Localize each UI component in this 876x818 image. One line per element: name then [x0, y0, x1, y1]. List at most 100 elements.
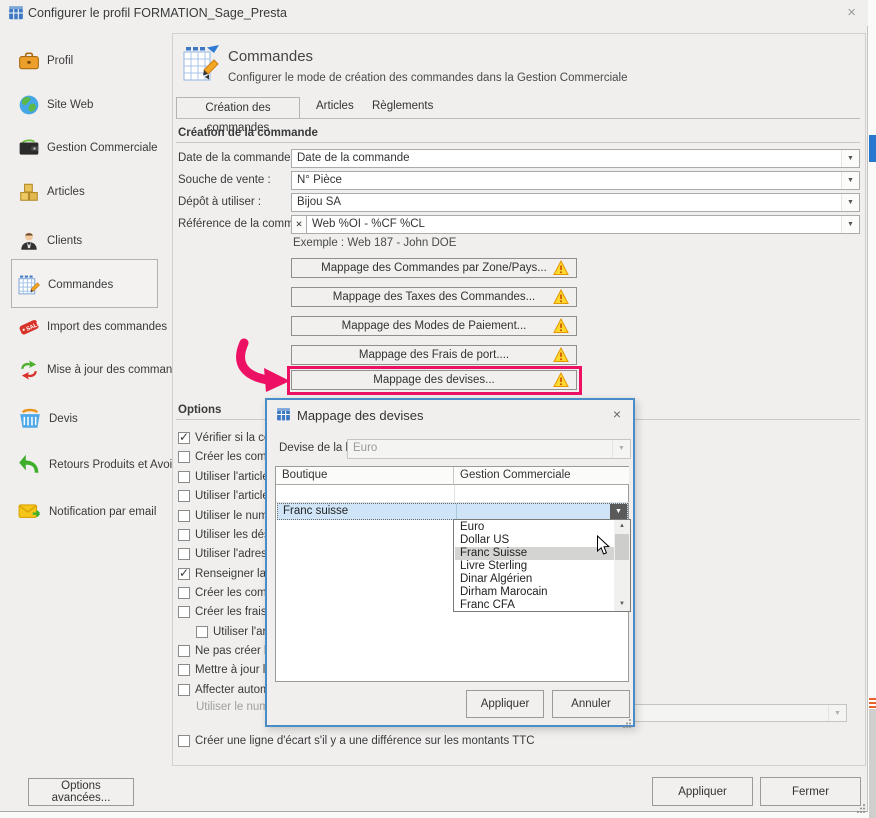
background-gray-element — [869, 709, 876, 818]
dropdown-option[interactable]: Franc CFA — [455, 599, 619, 612]
empty-table-row[interactable] — [276, 485, 630, 503]
person-icon — [18, 230, 40, 252]
checkbox[interactable] — [178, 490, 190, 502]
apply-button[interactable]: Appliquer — [652, 777, 753, 806]
sidebar-item-devis[interactable]: Devis — [18, 406, 78, 432]
page-subtitle: Configurer le mode de création des comma… — [228, 72, 628, 84]
scroll-up-icon[interactable]: ▲ — [614, 520, 630, 533]
close-button[interactable]: Fermer — [760, 777, 861, 806]
table-row-franc-suisse[interactable]: Franc suisse ▼ — [277, 503, 628, 520]
window-close-icon[interactable]: × — [847, 4, 856, 21]
checkbox[interactable] — [178, 471, 190, 483]
checkbox[interactable] — [178, 735, 190, 747]
window-titlebar[interactable]: Configurer le profil FORMATION_Sage_Pres… — [0, 0, 868, 26]
dropdown-toggle-button[interactable]: ▼ — [610, 504, 627, 519]
sidebar-item-label: Retours Produits et Avoirs — [49, 459, 182, 471]
checkbox[interactable] — [178, 451, 190, 463]
chevron-down-icon[interactable]: ▼ — [841, 150, 859, 167]
souche-vente-select[interactable]: N° Pièce ▼ — [291, 171, 860, 190]
warning-icon — [553, 260, 569, 282]
tab-creation-des-commandes[interactable]: Création des commandes — [176, 97, 300, 118]
depot-value: Bijou SA — [297, 196, 341, 208]
mappage-zone-pays-button[interactable]: Mappage des Commandes par Zone/Pays... — [291, 258, 577, 278]
reference-commande-input[interactable]: ✕ Web %OI - %CF %CL ▼ — [291, 215, 860, 234]
chevron-down-icon: ▼ — [612, 440, 630, 458]
checkbox-label: Créer une ligne d'écart s'il y a une dif… — [195, 735, 535, 747]
clear-field-icon[interactable]: ✕ — [292, 216, 307, 233]
mappage-devises-button[interactable]: Mappage des devises... — [291, 370, 577, 390]
button-label: Mappage des Modes de Paiement... — [342, 320, 527, 332]
reference-commande-value: Web %OI - %CF %CL — [312, 218, 425, 230]
dialog-apply-button[interactable]: Appliquer — [466, 690, 544, 718]
email-icon — [18, 502, 42, 522]
sidebar-item-gestion-commerciale[interactable]: Gestion Commerciale — [18, 135, 158, 161]
currency-dropdown-list: Euro Dollar US Franc Suisse Livre Sterli… — [453, 519, 631, 612]
wallet-icon — [18, 137, 40, 159]
dialog-cancel-button[interactable]: Annuler — [552, 690, 630, 718]
dropdown-scrollbar[interactable]: ▲ ▼ — [614, 520, 630, 611]
sidebar-item-mise-a-jour[interactable]: Mise à jour des commandes — [18, 357, 191, 383]
sidebar-item-site-web[interactable]: Site Web — [18, 92, 93, 118]
devise-boutique-value: Euro — [353, 442, 377, 454]
advanced-options-button[interactable]: Options avancées... — [28, 778, 134, 806]
sidebar-item-notification-email[interactable]: Notification par email — [18, 499, 156, 525]
column-divider — [454, 485, 455, 502]
dialog-resize-grip[interactable] — [622, 715, 632, 725]
chevron-down-icon[interactable]: ▼ — [841, 216, 859, 233]
option-checkbox-row[interactable]: Créer une ligne d'écart s'il y a une dif… — [178, 733, 535, 748]
button-label: Mappage des Taxes des Commandes... — [333, 291, 535, 303]
column-divider — [456, 504, 457, 519]
checkbox[interactable] — [178, 684, 190, 696]
checkbox[interactable] — [196, 626, 208, 638]
field-label-date: Date de la commande : — [178, 152, 297, 164]
option-checkbox-row[interactable]: Affecter automat — [178, 682, 279, 697]
dropdown-option[interactable]: Dollar US — [455, 534, 619, 547]
dropdown-option[interactable]: Dinar Algérien — [455, 573, 619, 586]
button-label: Mappage des devises... — [373, 374, 494, 386]
mappage-devises-dialog: Mappage des devises × Devise de la bouti… — [265, 398, 635, 727]
sidebar-item-label: Site Web — [47, 99, 93, 111]
sidebar-item-import-commandes[interactable]: SALE Import des commandes — [18, 314, 167, 340]
sidebar-item-retours[interactable]: Retours Produits et Avoirs — [18, 452, 182, 478]
checkbox[interactable] — [178, 606, 190, 618]
sidebar-item-label: Notification par email — [49, 506, 156, 518]
commandes-header-icon — [182, 44, 222, 89]
checkbox[interactable] — [178, 664, 190, 676]
chevron-down-icon: ▼ — [828, 705, 846, 721]
dropdown-option[interactable]: Livre Sterling — [455, 560, 619, 573]
configure-profile-window: Configurer le profil FORMATION_Sage_Pres… — [0, 0, 868, 812]
chevron-down-icon[interactable]: ▼ — [841, 172, 859, 189]
tab-articles[interactable]: Articles — [316, 100, 354, 112]
chevron-down-icon[interactable]: ▼ — [841, 194, 859, 211]
return-arrow-icon — [18, 453, 42, 477]
dialog-close-icon[interactable]: × — [613, 406, 621, 422]
checkbox[interactable] — [178, 587, 190, 599]
sidebar-item-clients[interactable]: Clients — [18, 228, 82, 254]
checkbox[interactable] — [178, 432, 190, 444]
sidebar-item-label: Commandes — [48, 279, 113, 291]
checkbox[interactable] — [178, 568, 190, 580]
sidebar-item-articles[interactable]: Articles — [18, 179, 85, 205]
button-label: Mappage des Frais de port.... — [359, 349, 509, 361]
tab-reglements[interactable]: Règlements — [372, 100, 433, 112]
scroll-down-icon[interactable]: ▼ — [614, 598, 630, 611]
date-commande-select[interactable]: Date de la commande ▼ — [291, 149, 860, 168]
dropdown-option[interactable]: Dirham Marocain — [455, 586, 619, 599]
sidebar-item-profil[interactable]: Profil — [18, 48, 73, 74]
mappage-frais-port-button[interactable]: Mappage des Frais de port.... — [291, 345, 577, 365]
warning-icon — [553, 289, 569, 311]
sidebar-item-commandes[interactable]: Commandes — [18, 272, 113, 298]
checkbox[interactable] — [178, 510, 190, 522]
checkbox[interactable] — [178, 548, 190, 560]
dropdown-option[interactable]: Euro — [455, 521, 619, 534]
scrollbar-thumb[interactable] — [615, 534, 629, 560]
field-label-depot: Dépôt à utiliser : — [178, 196, 261, 208]
checkbox[interactable] — [178, 645, 190, 657]
window-resize-grip[interactable] — [856, 800, 866, 810]
dropdown-option[interactable]: Franc Suisse — [455, 547, 619, 560]
depot-select[interactable]: Bijou SA ▼ — [291, 193, 860, 212]
mappage-taxes-button[interactable]: Mappage des Taxes des Commandes... — [291, 287, 577, 307]
mappage-modes-paiement-button[interactable]: Mappage des Modes de Paiement... — [291, 316, 577, 336]
globe-icon — [18, 94, 40, 116]
checkbox[interactable] — [178, 529, 190, 541]
